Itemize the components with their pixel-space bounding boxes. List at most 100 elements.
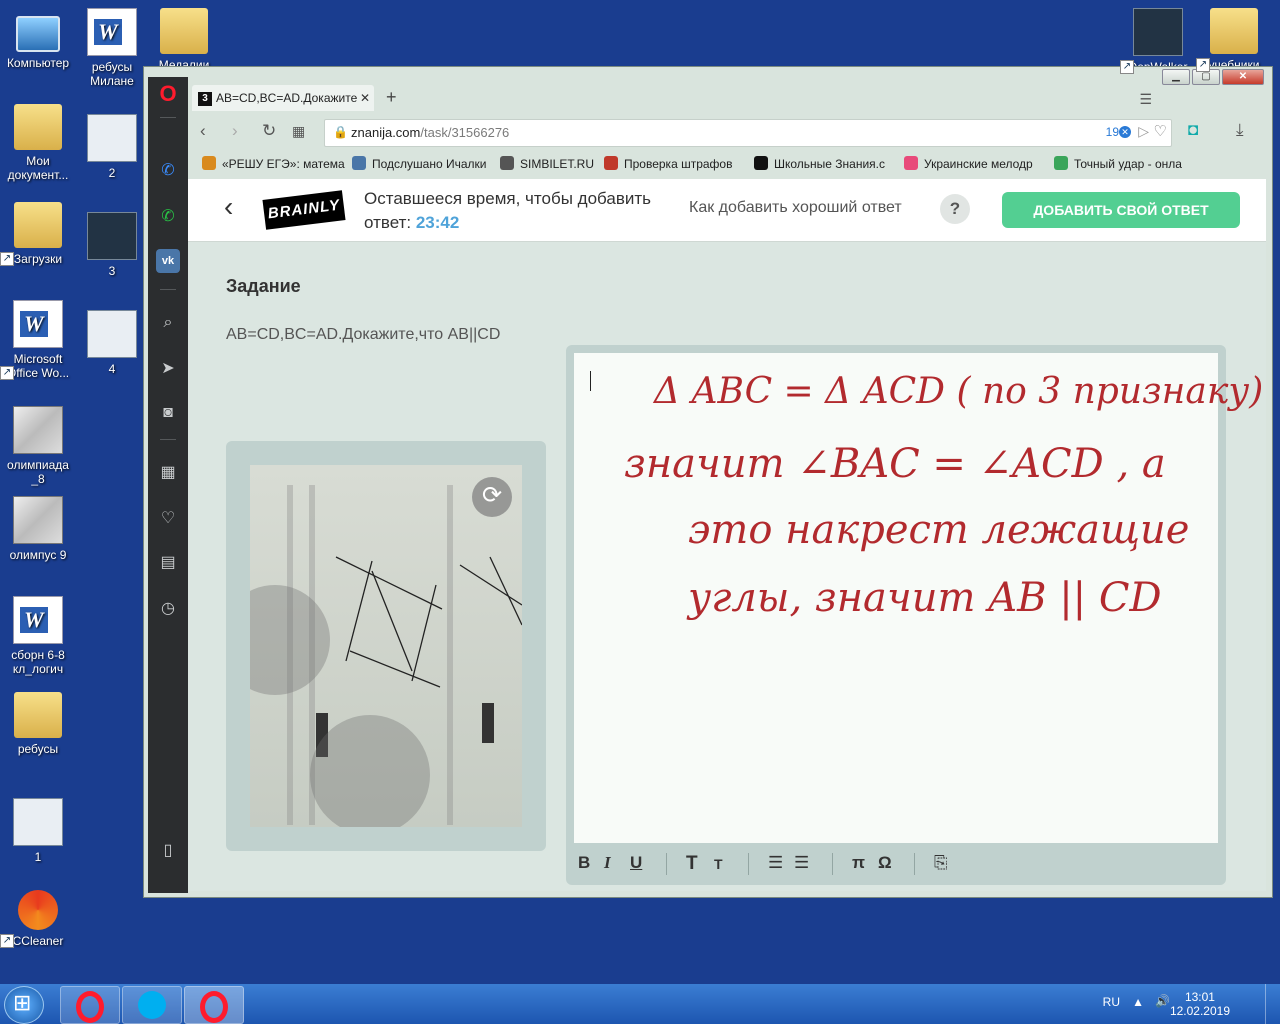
messenger-icon[interactable]: ✆ xyxy=(156,159,180,183)
ccleaner-icon xyxy=(18,890,58,930)
attachment-icon[interactable]: ⎘ xyxy=(934,853,948,873)
desktop-icon-4[interactable]: 4 xyxy=(74,310,150,376)
toolbar-divider xyxy=(748,853,749,875)
tabs-grid-icon[interactable]: ▦ xyxy=(292,123,305,140)
bookmark-item[interactable]: Проверка штрафов xyxy=(604,156,732,171)
news-icon[interactable]: ▤ xyxy=(156,551,180,575)
tab-bar: 3 AB=CD,BC=AD.Докажите ✕ + ☰ xyxy=(188,77,1272,117)
add-answer-button[interactable]: ДОБАВИТЬ СВОЙ ОТВЕТ xyxy=(1002,192,1240,228)
bookmark-item[interactable]: Подслушано Ичалки xyxy=(352,156,486,171)
desktop-icon-downloads[interactable]: Загрузки xyxy=(0,202,76,266)
bookmark-favicon-icon xyxy=(352,156,366,170)
how-to-answer-link[interactable]: Как добавить хороший ответ xyxy=(689,199,902,217)
desktop-icon-olimpiada[interactable]: олимпиада _8 xyxy=(0,406,76,486)
adblock-icon[interactable]: ✕ xyxy=(1119,126,1131,138)
desktop-icon-label: олимпус 9 xyxy=(9,548,67,562)
desktop-icon-ms-word[interactable]: Microsoft Office Wo... xyxy=(0,300,76,380)
desktop-icon-sborn[interactable]: сборн 6-8 кл_логич xyxy=(0,596,76,676)
url-text: znanija.com/task/31566276 xyxy=(351,125,509,140)
whatsapp-icon[interactable]: ✆ xyxy=(156,205,180,229)
show-desktop-button[interactable] xyxy=(1265,984,1280,1024)
bookmark-item[interactable]: Точный удар - онла xyxy=(1054,156,1182,171)
math-pi-button[interactable]: π xyxy=(852,853,865,873)
brainly-logo[interactable]: BRAINLY xyxy=(262,190,346,230)
folder-icon xyxy=(14,692,62,738)
show-hidden-icons-icon[interactable]: ▲ xyxy=(1132,995,1144,1009)
task-photo[interactable]: ⟳ xyxy=(250,465,522,827)
reload-icon[interactable]: ↻ xyxy=(262,121,276,141)
desktop-icon-my-documents[interactable]: Мои документ... xyxy=(0,104,76,182)
vk-icon[interactable]: vk xyxy=(156,249,180,273)
small-text-button[interactable]: T xyxy=(714,856,723,872)
bookmark-item[interactable]: «РЕШУ ЕГЭ»: матема xyxy=(202,156,345,171)
timer-row: ответ: 23:42 xyxy=(364,211,651,235)
bullet-list-icon[interactable]: ☰ xyxy=(794,853,809,873)
camera-icon[interactable]: ◙ xyxy=(156,401,180,425)
history-icon[interactable]: ◷ xyxy=(156,597,180,621)
taskbar-opera-running[interactable] xyxy=(184,986,244,1024)
desktop-icon-computer[interactable]: Компьютер xyxy=(0,8,76,70)
back-arrow-icon[interactable]: ‹ xyxy=(224,191,233,223)
bookmark-item[interactable]: Школьные Знания.с xyxy=(754,156,885,171)
large-text-button[interactable]: T xyxy=(686,853,698,875)
close-tab-icon[interactable]: ✕ xyxy=(360,85,370,111)
italic-button[interactable]: I xyxy=(604,853,611,873)
toolbar-divider xyxy=(914,853,915,875)
photo-shadow xyxy=(310,715,430,827)
page-header: ‹ BRAINLY Оставшееся время, чтобы добави… xyxy=(188,179,1266,242)
forward-nav-icon[interactable]: › xyxy=(232,121,238,141)
desktop-icon-medalii[interactable]: Медалии xyxy=(146,8,222,72)
desktop-icon-depwalker[interactable]: DepWalker xyxy=(1120,8,1196,74)
downloads-folder-icon xyxy=(14,202,62,248)
back-nav-icon[interactable]: ‹ xyxy=(200,121,206,141)
image-thumbnail-icon xyxy=(13,798,63,846)
bookmark-item[interactable]: SIMBILET.RU xyxy=(500,156,594,171)
image-thumbnail-icon xyxy=(87,212,137,260)
toggle-sidebar-icon[interactable]: ▯ xyxy=(156,839,180,863)
answer-editor: Δ ABC = Δ ACD ( по 3 признаку) значит ∠B… xyxy=(566,345,1263,885)
taskbar-opera-pinned[interactable] xyxy=(60,986,120,1024)
send-icon[interactable]: ➤ xyxy=(156,357,180,381)
language-indicator[interactable]: RU xyxy=(1103,995,1120,1009)
clock[interactable]: 13:01 12.02.2019 xyxy=(1170,990,1230,1018)
photo-icon xyxy=(13,496,63,544)
rotate-image-icon[interactable]: ⟳ xyxy=(472,477,512,517)
task-text: AB=CD,BC=AD.Докажите,что AB||CD xyxy=(226,326,501,343)
desktop-icon-olimpus[interactable]: олимпус 9 xyxy=(0,496,76,562)
desktop-icon-rebusy-milane[interactable]: ребусы Милане xyxy=(74,8,150,88)
bookmark-heart-icon[interactable]: ♡ xyxy=(1154,122,1167,140)
tab-menu-icon[interactable]: ☰ xyxy=(1139,91,1152,108)
adblock-count: 19 xyxy=(1105,125,1119,139)
tab-active[interactable]: 3 AB=CD,BC=AD.Докажите ✕ xyxy=(192,85,374,111)
desktop-icon-rebusy[interactable]: ребусы xyxy=(0,692,76,756)
bold-button[interactable]: B xyxy=(578,853,590,873)
url-field[interactable]: 🔒 znanija.com/task/31566276 19 ✕ ▷ ♡ xyxy=(324,119,1172,147)
bookmark-item[interactable]: Украинские мелодр xyxy=(904,156,1033,171)
photo-icon xyxy=(13,406,63,454)
help-icon[interactable]: ? xyxy=(940,194,970,224)
heart-icon[interactable]: ♡ xyxy=(156,507,180,531)
vpn-icon[interactable]: ◘ xyxy=(1188,120,1198,140)
taskbar-skype[interactable] xyxy=(122,986,182,1024)
start-button[interactable] xyxy=(4,986,44,1024)
desktop-icon-label: 3 xyxy=(108,264,116,278)
editor-toolbar: B I U T T ☰ ☰ π Ω ⎘ xyxy=(566,845,1226,885)
answer-text-area[interactable]: Δ ABC = Δ ACD ( по 3 признаку) значит ∠B… xyxy=(574,353,1263,843)
send-page-icon[interactable]: ▷ xyxy=(1138,123,1149,140)
desktop-icon-3[interactable]: 3 xyxy=(74,212,150,278)
desktop-icon-1[interactable]: 1 xyxy=(0,798,76,864)
volume-icon[interactable]: 🔊 xyxy=(1155,994,1170,1008)
desktop-icon-uchebniki[interactable]: учебники xyxy=(1196,8,1272,72)
desktop-icon-ccleaner[interactable]: CCleaner xyxy=(0,890,76,948)
speed-dial-icon[interactable]: ▦ xyxy=(156,461,180,485)
new-tab-button[interactable]: + xyxy=(386,87,397,108)
desktop-icon-2[interactable]: 2 xyxy=(74,114,150,180)
opera-menu-icon[interactable]: O xyxy=(156,81,180,106)
download-icon[interactable]: ⤓ xyxy=(1236,120,1244,140)
underline-button[interactable]: U xyxy=(630,853,642,873)
ordered-list-icon[interactable]: ☰ xyxy=(768,853,783,873)
folder-icon xyxy=(160,8,208,54)
special-chars-button[interactable]: Ω xyxy=(878,853,892,873)
znanija-favicon-icon: 3 xyxy=(198,91,212,106)
search-icon[interactable]: ⌕ xyxy=(156,311,180,335)
